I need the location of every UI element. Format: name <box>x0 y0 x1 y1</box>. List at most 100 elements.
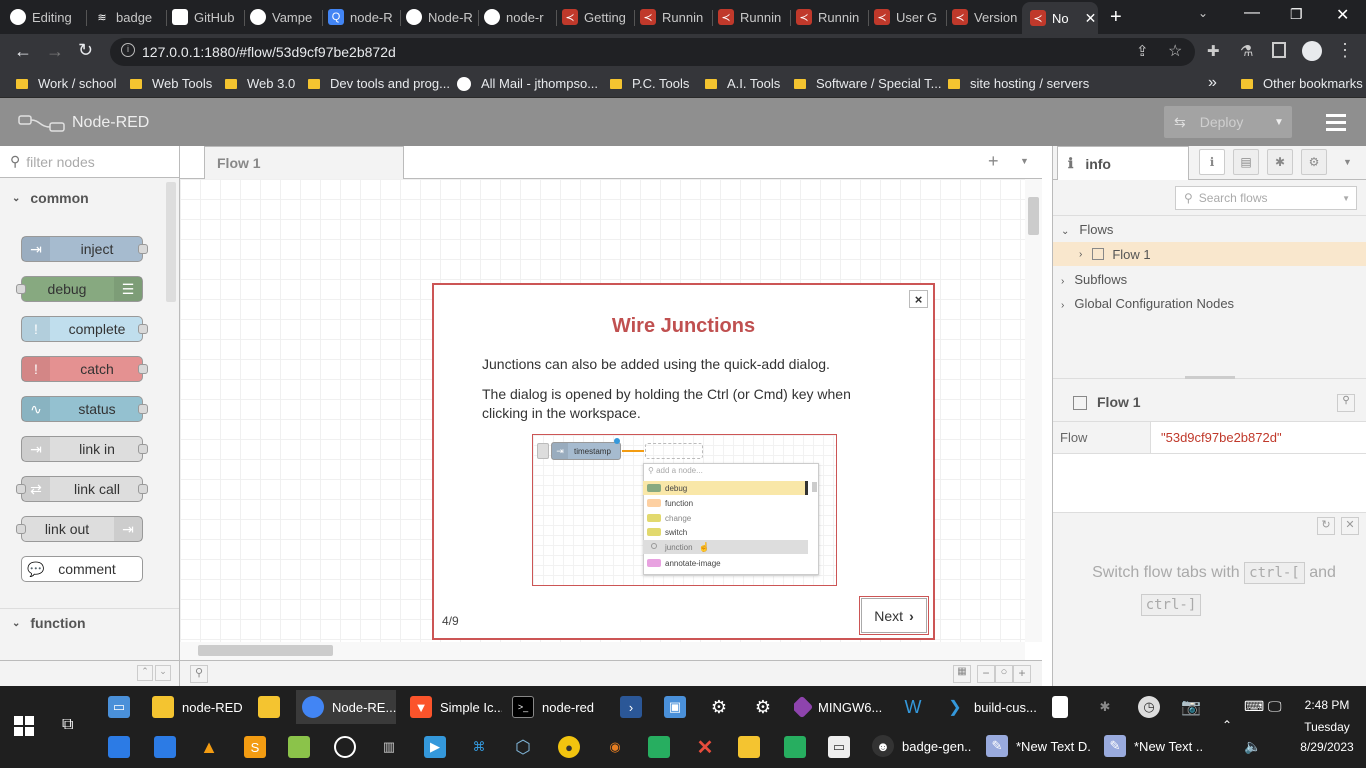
taskbar-app[interactable]: ▭ <box>108 694 134 720</box>
zoom-in-icon[interactable]: + <box>1013 665 1031 683</box>
taskbar-app[interactable]: S <box>244 734 270 760</box>
taskbar-app[interactable]: ● <box>558 734 584 760</box>
collapse-all-icon[interactable]: ⌃ <box>137 665 153 681</box>
taskbar-app[interactable]: ✱ <box>1094 694 1120 720</box>
taskbar-app[interactable]: ✕ <box>694 734 720 760</box>
browser-tab[interactable]: Vampe <box>248 4 320 30</box>
tab-flow-1[interactable]: Flow 1 <box>204 146 404 179</box>
taskbar-app[interactable]: ⚙ <box>708 694 734 720</box>
taskbar-app[interactable]: 📷 <box>1180 694 1206 720</box>
palette-node-status[interactable]: ∿ status <box>21 396 148 422</box>
browser-tab-active[interactable]: ≺ No ✕ <box>1022 2 1098 34</box>
browser-tab[interactable]: Node-R <box>404 4 476 30</box>
taskbar-app[interactable]: ✎ *New Text ... <box>1104 732 1204 760</box>
taskbar-app[interactable] <box>1052 694 1078 720</box>
bookmark-folder[interactable]: Dev tools and prog... <box>308 76 450 91</box>
taskbar-app[interactable] <box>288 734 314 760</box>
taskbar-app[interactable]: ▣ <box>664 694 690 720</box>
taskbar-app[interactable]: ✎ *New Text D... <box>986 732 1092 760</box>
taskbar-app[interactable]: node-RED <box>152 694 272 720</box>
bookmark-star-icon[interactable]: ☆ <box>1168 41 1182 61</box>
taskbar-app-active[interactable]: Node-RE... <box>296 690 396 724</box>
browser-tab[interactable]: ≋ badge <box>92 4 164 30</box>
more-menu-icon[interactable]: ⋮ <box>1336 40 1354 61</box>
palette-node-debug[interactable]: debug ☰ <box>16 276 143 302</box>
back-icon[interactable]: ← <box>14 41 32 62</box>
taskbar-app[interactable]: >_ node-red <box>512 694 604 720</box>
tab-search-icon[interactable]: ⌄ <box>1198 6 1208 20</box>
browser-tab[interactable]: node-r <box>482 4 554 30</box>
clock-time[interactable]: 2:48 PM <box>1292 698 1362 712</box>
browser-tab[interactable]: ≺ Runnin <box>794 4 866 30</box>
caret-down-icon[interactable]: ▼ <box>1274 117 1284 128</box>
book-icon[interactable]: ▤ <box>1233 149 1259 175</box>
bookmark-folder[interactable]: P.C. Tools <box>610 76 689 91</box>
browser-tab[interactable]: ≺ Runnin <box>638 4 710 30</box>
tree-item-flows[interactable]: ⌄ Flows <box>1061 222 1113 237</box>
taskbar-app[interactable]: MINGW6... <box>794 694 890 720</box>
taskbar-app[interactable]: ⚙ <box>752 694 778 720</box>
palette-scrollbar[interactable] <box>166 182 176 302</box>
taskbar-app[interactable]: ▲ <box>198 734 224 760</box>
bookmark-folder[interactable]: A.I. Tools <box>705 76 780 91</box>
palette-node-link-in[interactable]: ⇥ link in <box>21 436 148 462</box>
taskbar-app[interactable] <box>258 694 284 720</box>
taskbar-app[interactable] <box>738 734 764 760</box>
sidepanel-icon[interactable] <box>1272 42 1286 58</box>
palette-category-common[interactable]: ⌄ common <box>0 184 165 212</box>
expand-all-icon[interactable]: ⌄ <box>155 665 171 681</box>
taskbar-app[interactable]: ▼ Simple Ic... <box>410 694 502 720</box>
volume-icon[interactable]: 🔈 <box>1244 738 1261 755</box>
extensions-icon[interactable]: ✚ <box>1207 42 1220 60</box>
tab-info[interactable]: ℹ info <box>1057 146 1189 180</box>
tree-item-global-config[interactable]: › Global Configuration Nodes <box>1061 296 1234 311</box>
info-icon[interactable]: ℹ <box>1199 149 1225 175</box>
taskbar-app[interactable]: ◷ <box>1138 694 1164 720</box>
browser-tab[interactable]: ≺ User G <box>872 4 944 30</box>
search-icon[interactable]: ⚲ <box>1337 394 1355 412</box>
new-tab-button[interactable]: + <box>1110 6 1122 29</box>
info-icon[interactable]: i <box>121 43 135 57</box>
taskbar-app[interactable]: ◉ <box>604 734 630 760</box>
palette-node-link-call[interactable]: ⇄ link call <box>16 476 148 502</box>
address-bar[interactable]: i 127.0.0.1:1880/#flow/53d9cf97be2b872d … <box>110 38 1195 66</box>
zoom-out-icon[interactable]: − <box>977 665 995 683</box>
bookmark-link[interactable]: All Mail - jthompso... <box>457 76 598 91</box>
horizontal-scrollbar[interactable] <box>180 642 1025 660</box>
more-bookmarks-button[interactable]: » <box>1208 74 1217 92</box>
restore-icon[interactable]: ❐ <box>1290 6 1303 23</box>
close-tab-icon[interactable]: ✕ <box>1085 10 1097 27</box>
taskbar-app[interactable]: ▥ <box>378 734 404 760</box>
gear-icon[interactable]: ⚙ <box>1301 149 1327 175</box>
bookmark-folder[interactable]: Web Tools <box>130 76 212 91</box>
close-icon[interactable]: ✕ <box>1341 517 1359 535</box>
search-icon[interactable]: ⚲ <box>190 665 208 683</box>
forward-icon[interactable]: → <box>46 41 64 62</box>
taskbar-app[interactable] <box>334 734 360 760</box>
caret-down-icon[interactable]: ▼ <box>1020 156 1029 166</box>
vertical-scrollbar[interactable] <box>1025 179 1042 642</box>
chevron-up-icon[interactable]: ⌃ <box>1222 718 1232 732</box>
taskbar-app[interactable]: ⌘ <box>468 734 494 760</box>
bookmark-folder[interactable]: site hosting / servers <box>948 76 1089 91</box>
taskbar-app[interactable]: ☻ badge-gen... <box>872 732 972 760</box>
deploy-button[interactable]: ⇆ Deploy ▼ <box>1164 106 1292 138</box>
tree-item-subflows[interactable]: › Subflows <box>1061 272 1127 287</box>
windows-start-icon[interactable] <box>14 716 34 736</box>
palette-node-link-out[interactable]: link out ⇥ <box>16 516 143 542</box>
browser-tab[interactable]: GitHub <box>170 4 242 30</box>
close-window-icon[interactable]: ✕ <box>1336 5 1349 25</box>
search-flows-input[interactable]: ⚲ Search flows ▼ <box>1175 186 1357 210</box>
network-icon[interactable]: 🖵 <box>1268 698 1282 715</box>
taskbar-app[interactable]: ▭ <box>828 734 854 760</box>
palette-category-function[interactable]: ⌄ function <box>0 609 165 637</box>
zoom-reset-icon[interactable]: ○ <box>995 665 1013 683</box>
taskbar-app[interactable] <box>108 734 134 760</box>
taskbar-app[interactable] <box>154 734 180 760</box>
palette-node-inject[interactable]: ⇥ inject <box>21 236 148 262</box>
add-flow-button[interactable]: + <box>988 151 999 172</box>
task-view-icon[interactable]: ⧉ <box>62 716 73 734</box>
other-bookmarks[interactable]: Other bookmarks <box>1241 76 1363 91</box>
caret-down-icon[interactable]: ▼ <box>1343 157 1352 167</box>
tree-item-flow-1[interactable]: › Flow 1 <box>1053 242 1366 266</box>
